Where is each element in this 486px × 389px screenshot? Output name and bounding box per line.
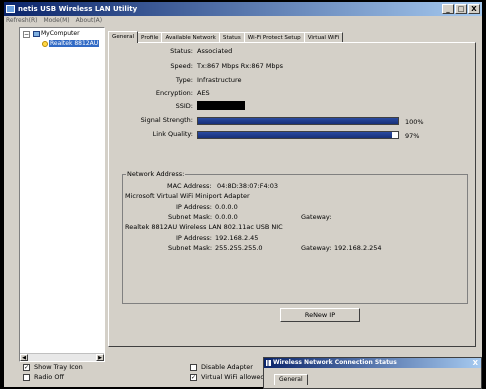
scroll-left-arrow[interactable]: ◀ (20, 354, 28, 361)
menu-mode[interactable]: Mode(M) (43, 17, 69, 24)
popup-title-bar[interactable]: Wireless Network Connection Status X (264, 358, 481, 368)
virtual-mask-label: Subnet Mask: (168, 213, 213, 221)
close-button[interactable]: X (468, 4, 480, 14)
virtual-wifi-allowed-label: Virtual WiFi allowed (201, 373, 265, 381)
realtek-mask-value: 255.255.255.0 (215, 244, 263, 252)
encryption-value: AES (197, 89, 210, 97)
signal-strength-fill (198, 118, 398, 124)
tree-item-adapter[interactable]: Realtek 8812AU (42, 40, 100, 47)
realtek-ip-value: 192.168.2.45 (215, 234, 259, 242)
maximize-button[interactable]: □ (455, 4, 467, 14)
virtual-ip-value: 0.0.0.0 (215, 203, 238, 211)
encryption-label: Encryption: (155, 89, 193, 97)
title-bar[interactable]: netis USB Wireless LAN Utility _ □ X (4, 2, 482, 16)
renew-ip-button[interactable]: ReNew IP (280, 308, 360, 322)
status-value: Associated (197, 47, 233, 55)
tree-item-mycomputer[interactable]: MyComputer (33, 30, 80, 37)
signal-strength-bar (197, 117, 399, 125)
window-controls: _ □ X (442, 4, 480, 14)
adapter-tree[interactable]: − MyComputer Realtek 8812AU ◀ ▶ (19, 27, 105, 362)
link-quality-bar (197, 131, 399, 139)
tree-adapter-label: Realtek 8812AU (49, 40, 100, 47)
popup-close-button[interactable]: X (473, 358, 478, 368)
minimize-button[interactable]: _ (442, 4, 454, 14)
virtual-wifi-allowed-option[interactable]: ✓ Virtual WiFi allowed (190, 373, 265, 381)
realtek-gateway-value: 192.168.2.254 (334, 244, 382, 252)
radio-off-label: Radio Off (34, 373, 64, 381)
status-label: Status: (170, 47, 193, 55)
speed-label: Speed: (170, 62, 193, 70)
network-address-title: Network Address: (126, 170, 186, 178)
scroll-right-arrow[interactable]: ▶ (96, 354, 104, 361)
network-address-group: Network Address: MAC Address: 04:8D:38:0… (122, 170, 468, 304)
realtek-gateway-label: Gateway: (301, 244, 332, 252)
virtual-adapter-name: Microsoft Virtual WiFi Miniport Adapter (125, 192, 250, 200)
wireless-status-window: Wireless Network Connection Status X Gen… (263, 357, 482, 389)
realtek-ip-label: IP Address: (176, 234, 212, 242)
show-tray-icon-checkbox[interactable]: ✓ (23, 363, 30, 371)
virtual-gateway-label: Gateway: (301, 213, 332, 221)
window-title: netis USB Wireless LAN Utility (18, 5, 138, 13)
disable-adapter-label: Disable Adapter (201, 363, 253, 371)
menu-refresh[interactable]: Refresh(R) (6, 17, 38, 24)
computer-icon (33, 30, 40, 37)
tree-horizontal-scrollbar[interactable]: ◀ ▶ (20, 353, 104, 361)
virtual-wifi-allowed-checkbox[interactable]: ✓ (190, 373, 197, 381)
general-panel: Status: Associated Speed: Tx:867 Mbps Rx… (108, 42, 476, 347)
signal-bars-icon (266, 360, 271, 366)
speed-value: Tx:867 Mbps Rx:867 Mbps (197, 62, 284, 70)
signal-percent: 100% (405, 118, 424, 126)
disable-adapter-checkbox[interactable] (190, 363, 197, 371)
app-icon (6, 5, 15, 13)
tree-collapse-toggle[interactable]: − (23, 31, 30, 38)
mac-label: MAC Address: (167, 182, 212, 190)
mac-value: 04:8D:38:07:F4:03 (217, 182, 279, 190)
show-tray-icon-label: Show Tray Icon (34, 363, 83, 371)
show-tray-icon-option[interactable]: ✓ Show Tray Icon (23, 363, 83, 371)
link-label: Link Quality: (152, 130, 193, 138)
type-label: Type: (175, 76, 193, 84)
adapter-icon (42, 40, 48, 47)
radio-off-checkbox[interactable] (23, 373, 30, 381)
popup-tab-general[interactable]: General (274, 374, 308, 385)
realtek-adapter-name: Realtek 8812AU Wireless LAN 802.11ac USB… (125, 223, 283, 231)
ssid-label: SSID: (175, 102, 193, 110)
realtek-mask-label: Subnet Mask: (168, 244, 213, 252)
tree-root-label: MyComputer (41, 30, 80, 37)
popup-title: Wireless Network Connection Status (273, 359, 397, 366)
link-quality-fill (198, 132, 392, 138)
disable-adapter-option[interactable]: Disable Adapter (190, 363, 253, 371)
utility-window: netis USB Wireless LAN Utility _ □ X Ref… (4, 2, 482, 387)
virtual-mask-value: 0.0.0.0 (215, 213, 238, 221)
ssid-redacted-box (197, 101, 245, 110)
tab-general[interactable]: General (108, 31, 139, 43)
signal-label: Signal Strength: (140, 116, 193, 124)
radio-off-option[interactable]: Radio Off (23, 373, 64, 381)
menu-about[interactable]: About(A) (76, 17, 103, 24)
virtual-ip-label: IP Address: (176, 203, 212, 211)
type-value: Infrastructure (197, 76, 242, 84)
link-percent: 97% (405, 132, 420, 140)
menu-bar: Refresh(R) Mode(M) About(A) (4, 16, 482, 26)
